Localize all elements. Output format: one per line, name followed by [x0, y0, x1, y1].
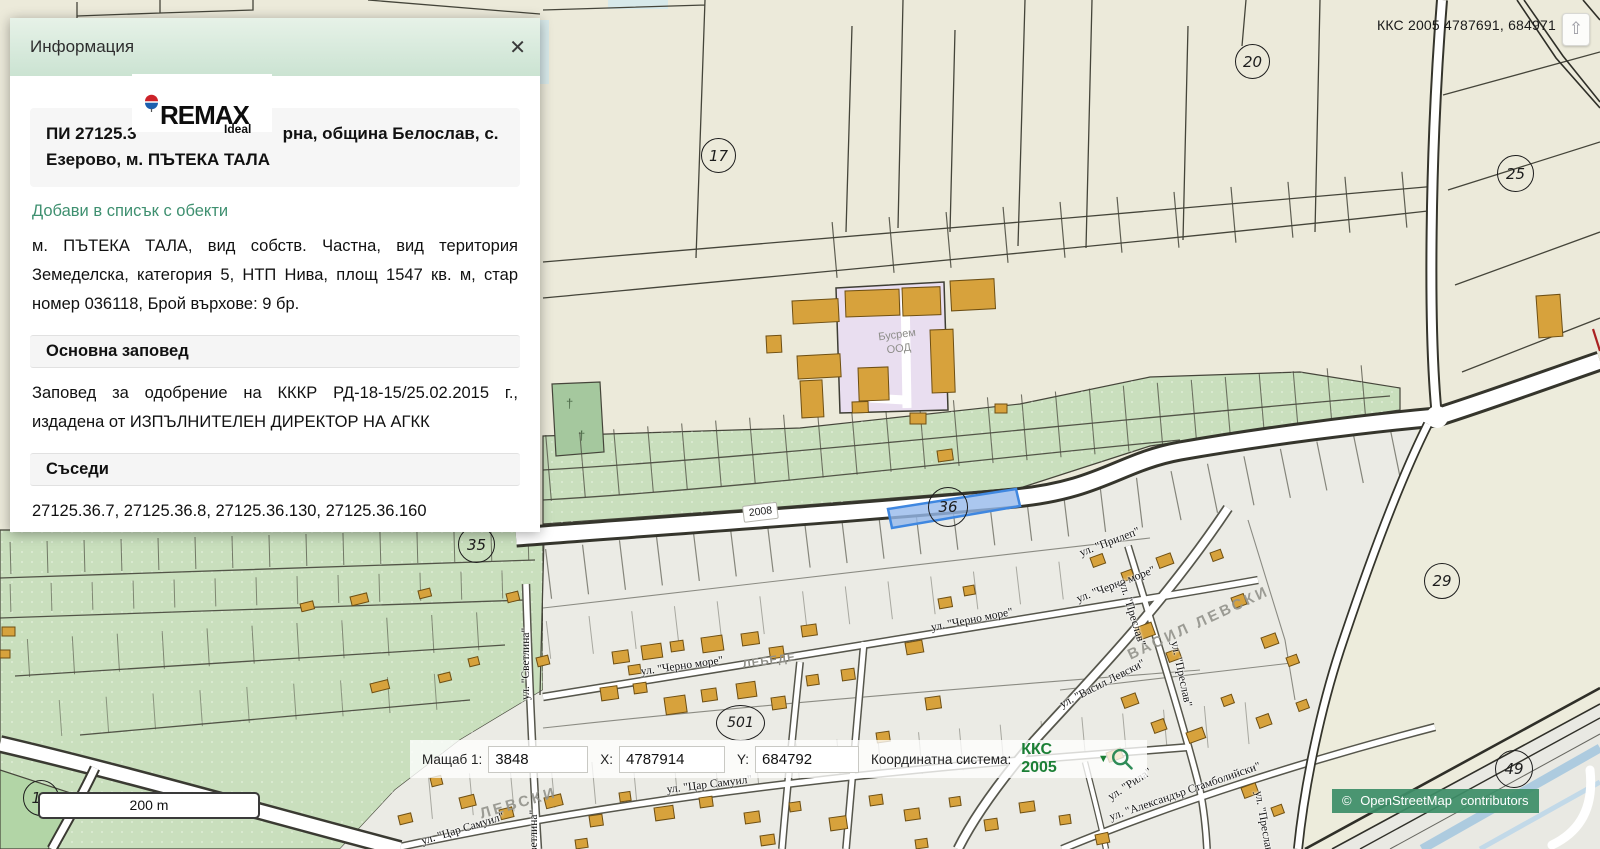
section-heading-order: Основна заповед [30, 335, 520, 368]
remax-sub-brand: Ideal [224, 122, 251, 136]
street-label: ул. "Светлина" [520, 628, 532, 700]
info-panel-header: Информация ✕ [10, 18, 540, 76]
scale-label: Мащаб 1: [422, 752, 482, 767]
map-viewer: † † [0, 0, 1600, 849]
cursor-coordinates-readout: ККС 2005 4787691, 684971 [1377, 17, 1556, 33]
section-heading-neighbors: Съседи [30, 453, 520, 486]
search-button[interactable] [1109, 745, 1135, 773]
north-arrow-icon: ⇧ [1569, 19, 1583, 38]
osm-attribution[interactable]: © OpenStreetMap contributors [1332, 789, 1539, 813]
map-toolbar: Мащаб 1: X: Y: Координатна система: ККС … [410, 740, 1147, 778]
parcel-identifier: ПИ 27125.3рна, община Белослав, с. Езеро… [30, 108, 520, 187]
close-icon: ✕ [509, 35, 526, 60]
panel-title: Информация [10, 18, 540, 76]
parcel-group-marker: 36 [928, 487, 968, 527]
parcel-group-marker: 20 [1235, 44, 1270, 79]
crs-selector[interactable]: ККС 2005 [1021, 741, 1088, 777]
chevron-down-icon[interactable]: ▼ [1098, 753, 1109, 765]
cross-symbol: † [566, 396, 573, 411]
search-icon [1113, 750, 1131, 768]
x-coordinate-input[interactable] [619, 746, 725, 773]
y-coordinate-input[interactable] [755, 746, 859, 773]
neighbors-list: 27125.36.7, 27125.36.8, 27125.36.130, 27… [32, 497, 518, 526]
remax-logo: REMAX Ideal [132, 74, 272, 132]
parcel-group-marker: 49 [1495, 750, 1533, 788]
y-label: Y: [737, 752, 749, 767]
x-label: X: [600, 752, 613, 767]
info-panel: Информация ✕ REMAX Ideal ПИ 27125.3рна, … [10, 18, 540, 532]
north-arrow-button[interactable]: ⇧ [1562, 13, 1590, 46]
parcel-group-marker: 29 [1424, 563, 1460, 599]
parcel-group-marker: 501 [716, 705, 765, 741]
order-text: Заповед за одобрение на КККР РД-18-15/25… [32, 379, 518, 437]
scale-bar: 200 m [38, 792, 260, 819]
street-label: ул. "Светлина" [528, 810, 540, 849]
parcel-description: м. ПЪТЕКА ТАЛА, вид собств. Частна, вид … [32, 232, 518, 319]
crs-label: Координатна система: [871, 752, 1011, 767]
parcel-group-marker: 17 [701, 138, 736, 173]
remax-balloon-icon [144, 94, 159, 114]
parcel-group-marker: 25 [1497, 155, 1534, 192]
close-button[interactable]: ✕ [509, 18, 526, 76]
scale-input[interactable] [488, 746, 588, 773]
add-to-object-list-link[interactable]: Добави в списък с обекти [32, 202, 228, 221]
cross-symbol: † [578, 428, 585, 443]
scale-bar-label: 200 m [130, 797, 169, 813]
